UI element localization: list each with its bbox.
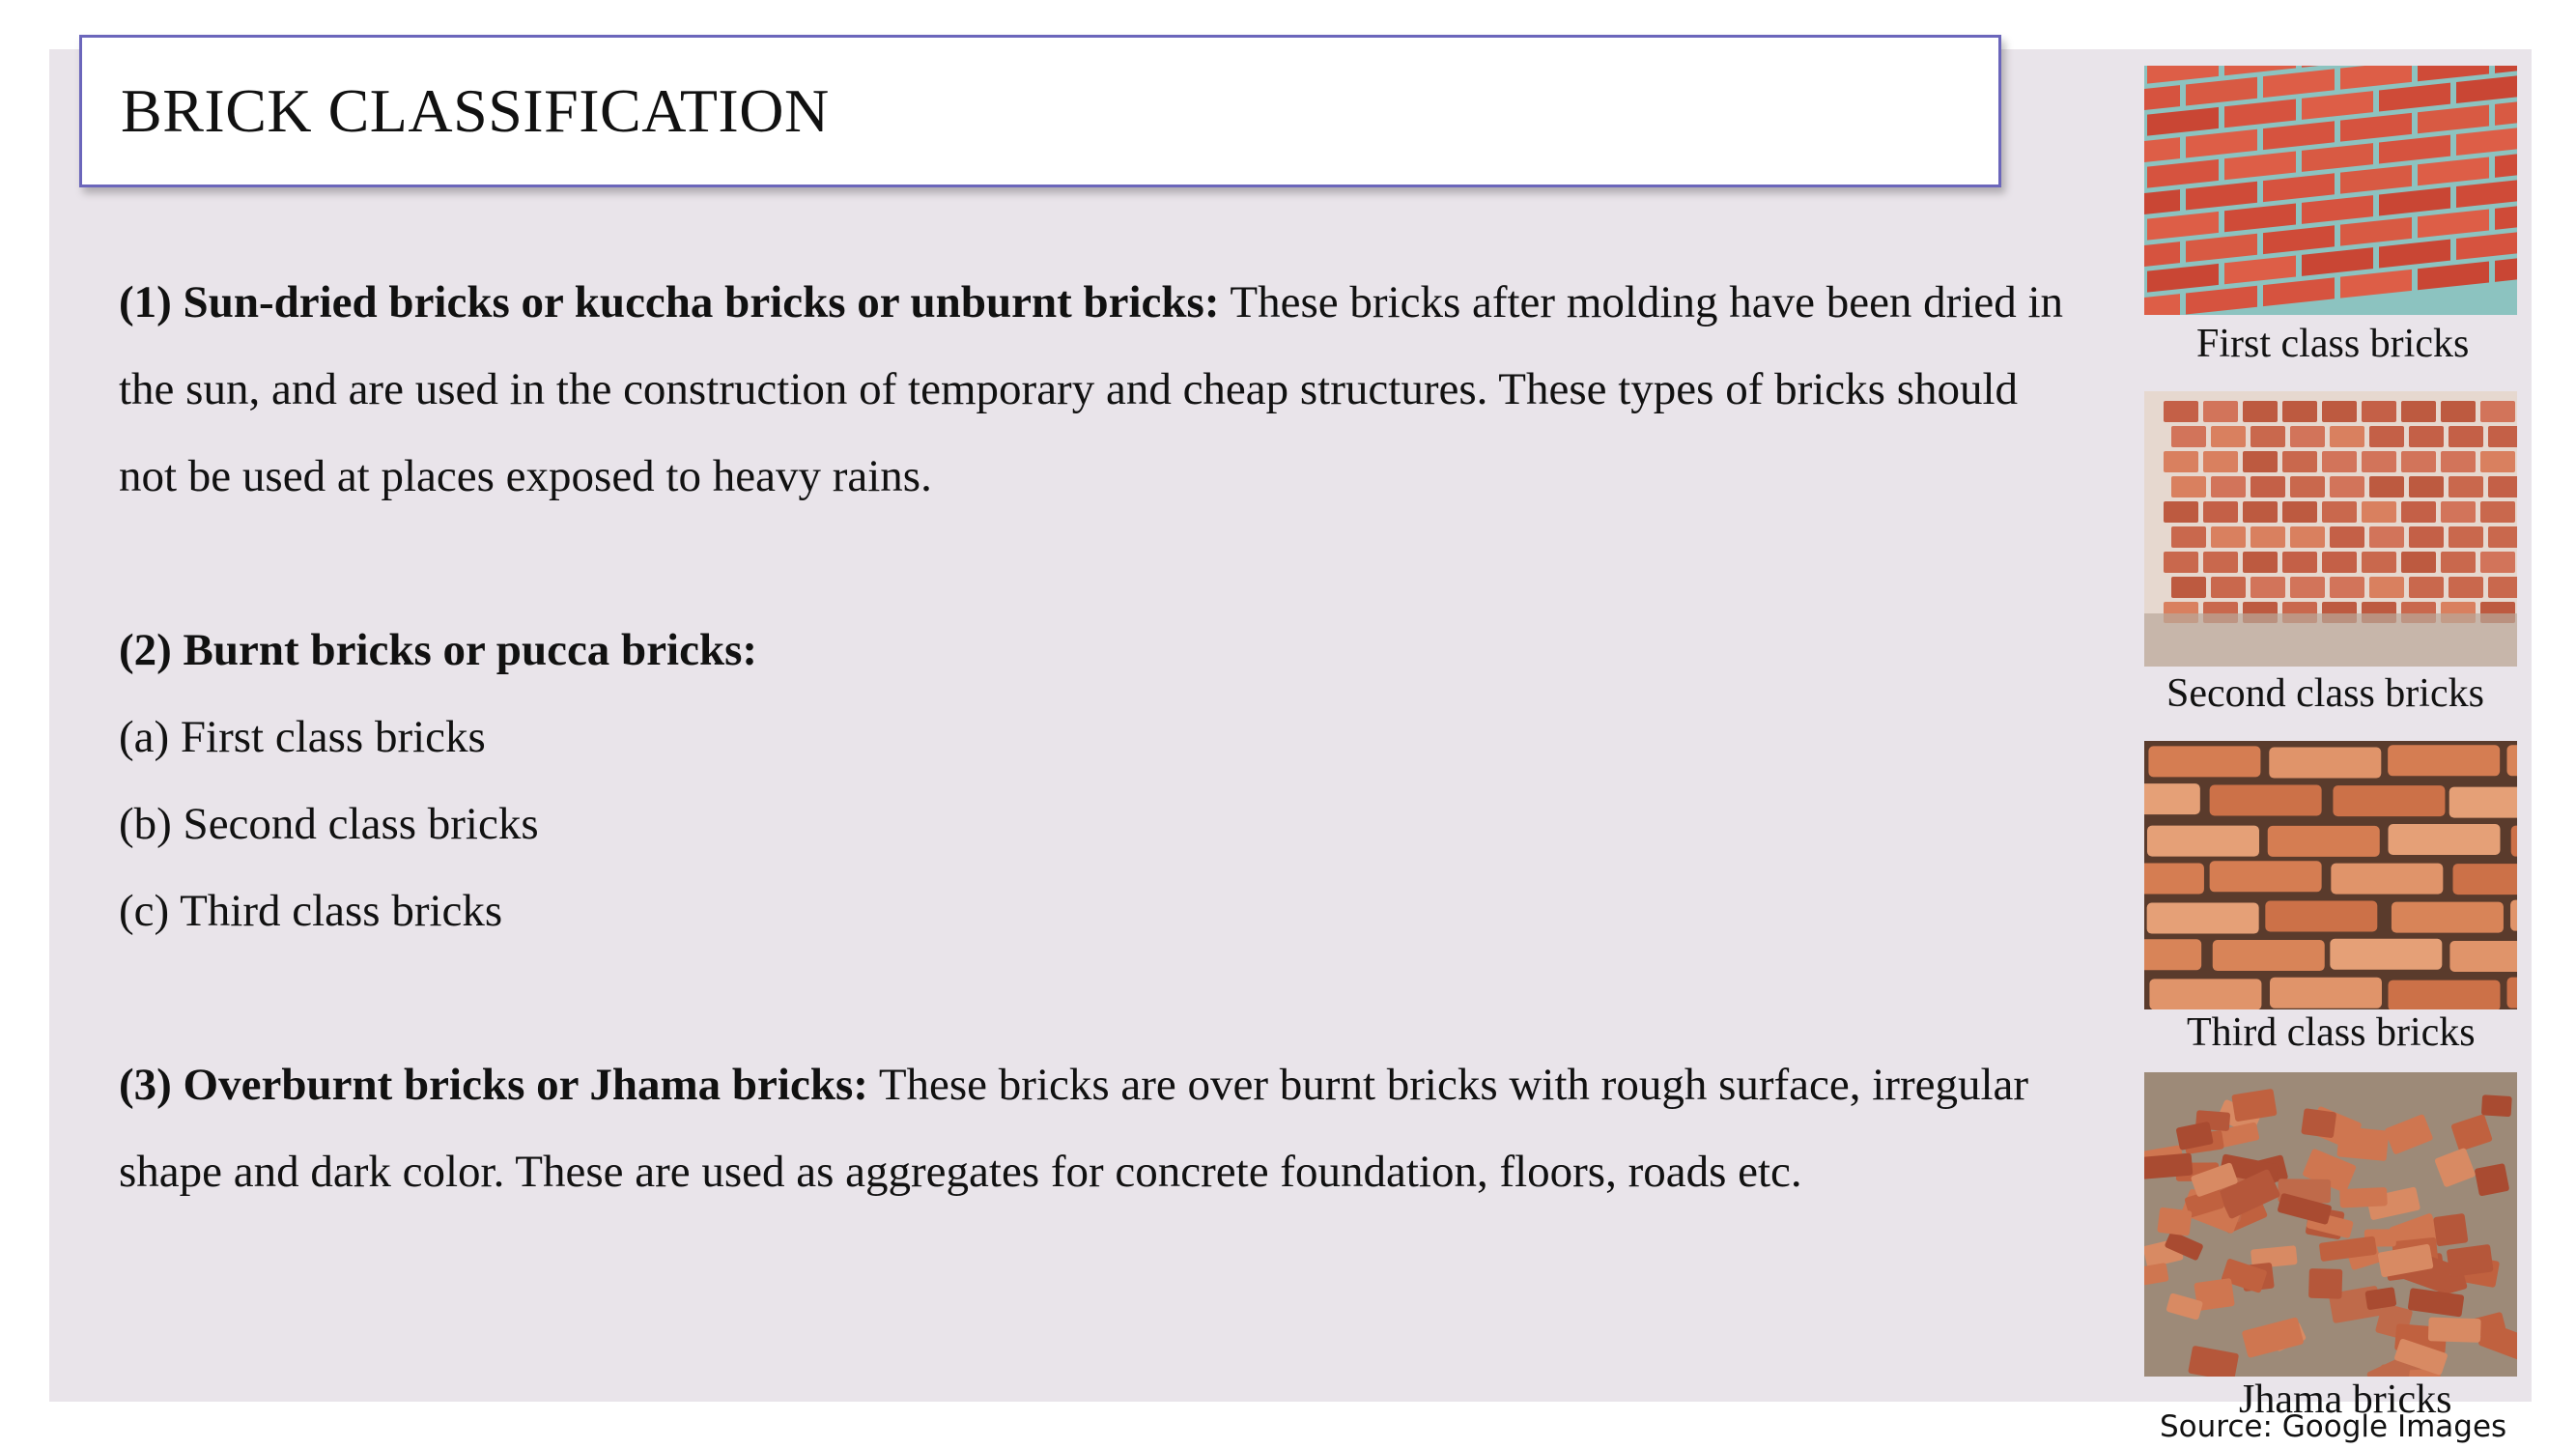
caption-third-class: Third class bricks xyxy=(2187,1010,2476,1055)
section-sun-dried: (1) Sun-dried bricks or kuccha bricks or… xyxy=(119,259,2070,520)
section-heading: (2) Burnt bricks or pucca bricks: xyxy=(119,625,758,675)
source-credit: Source: Google Images xyxy=(2160,1409,2507,1444)
caption-first-class: First class bricks xyxy=(2196,322,2470,366)
section-heading: (3) Overburnt bricks or Jhama bricks: xyxy=(119,1060,868,1110)
caption-second-class: Second class bricks xyxy=(2166,671,2484,716)
section-heading: (1) Sun-dried bricks or kuccha bricks or… xyxy=(119,277,1220,327)
rough-brick-wall-photo xyxy=(2144,741,2517,1009)
slide-content: (1) Sun-dried bricks or kuccha bricks or… xyxy=(119,259,2070,1215)
section-burnt: (2) Burnt bricks or pucca bricks: xyxy=(119,607,2070,694)
brick-stack-photo xyxy=(2144,391,2517,667)
section-overburnt: (3) Overburnt bricks or Jhama bricks: Th… xyxy=(119,1041,2070,1215)
slide-title: BRICK CLASSIFICATION xyxy=(121,76,830,145)
brick-wall-photo xyxy=(2144,66,2517,315)
brick-pile-photo xyxy=(2144,1072,2517,1377)
list-item: (c) Third class bricks xyxy=(119,886,503,936)
list-item: (b) Second class bricks xyxy=(119,799,539,849)
title-box: BRICK CLASSIFICATION xyxy=(79,35,2001,187)
list-item: (a) First class bricks xyxy=(119,712,486,762)
